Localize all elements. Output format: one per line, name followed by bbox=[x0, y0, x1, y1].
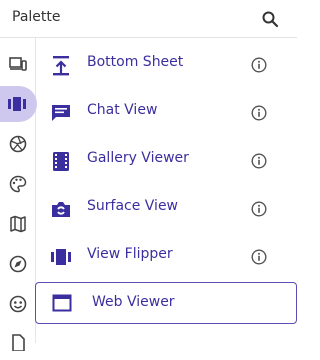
bottom-sheet-icon bbox=[50, 54, 72, 76]
component-label: Chat View bbox=[87, 102, 158, 118]
rail-item-camera-shutter[interactable] bbox=[0, 126, 36, 162]
component-label: Gallery Viewer bbox=[87, 150, 189, 166]
map-icon bbox=[9, 215, 27, 233]
rail-item-document[interactable] bbox=[0, 324, 36, 360]
info-icon[interactable] bbox=[251, 153, 267, 169]
component-label: Bottom Sheet bbox=[87, 54, 184, 70]
component-list: Bottom Sheet Chat View Gallery Viewer Su… bbox=[35, 38, 297, 343]
palette-icon bbox=[9, 175, 27, 193]
web-viewer-icon bbox=[52, 293, 74, 315]
surface-view-icon bbox=[50, 198, 72, 220]
component-item-view-flipper[interactable]: View Flipper bbox=[36, 232, 297, 280]
rail-item-map[interactable] bbox=[0, 206, 36, 242]
compass-icon bbox=[9, 255, 27, 273]
palette-header: Palette bbox=[0, 0, 297, 38]
gallery-icon bbox=[50, 150, 72, 172]
component-item-gallery-viewer[interactable]: Gallery Viewer bbox=[36, 136, 297, 184]
rail-item-face[interactable] bbox=[0, 286, 36, 322]
camera-shutter-icon bbox=[9, 135, 27, 153]
search-icon[interactable] bbox=[261, 10, 279, 28]
palette-title: Palette bbox=[12, 9, 61, 25]
document-icon bbox=[10, 333, 26, 351]
category-rail bbox=[0, 38, 37, 351]
info-icon[interactable] bbox=[251, 57, 267, 73]
info-icon[interactable] bbox=[251, 105, 267, 121]
devices-icon bbox=[9, 56, 27, 72]
component-item-bottom-sheet[interactable]: Bottom Sheet bbox=[36, 40, 297, 88]
face-icon bbox=[9, 295, 27, 313]
rail-item-compass[interactable] bbox=[0, 246, 36, 282]
component-item-chat-view[interactable]: Chat View bbox=[36, 88, 297, 136]
info-icon[interactable] bbox=[251, 249, 267, 265]
rail-item-devices[interactable] bbox=[0, 46, 36, 82]
info-icon[interactable] bbox=[251, 201, 267, 217]
component-item-web-viewer[interactable]: Web Viewer bbox=[35, 282, 297, 324]
component-label: Web Viewer bbox=[92, 294, 175, 310]
component-label: View Flipper bbox=[87, 246, 173, 262]
component-item-surface-view[interactable]: Surface View bbox=[36, 184, 297, 232]
chat-icon bbox=[50, 102, 72, 124]
rail-item-palette[interactable] bbox=[0, 166, 36, 202]
component-label: Surface View bbox=[87, 198, 179, 214]
view-flipper-icon bbox=[50, 246, 72, 268]
rail-item-view-carousel[interactable] bbox=[0, 86, 37, 122]
view-carousel-icon bbox=[8, 97, 26, 111]
